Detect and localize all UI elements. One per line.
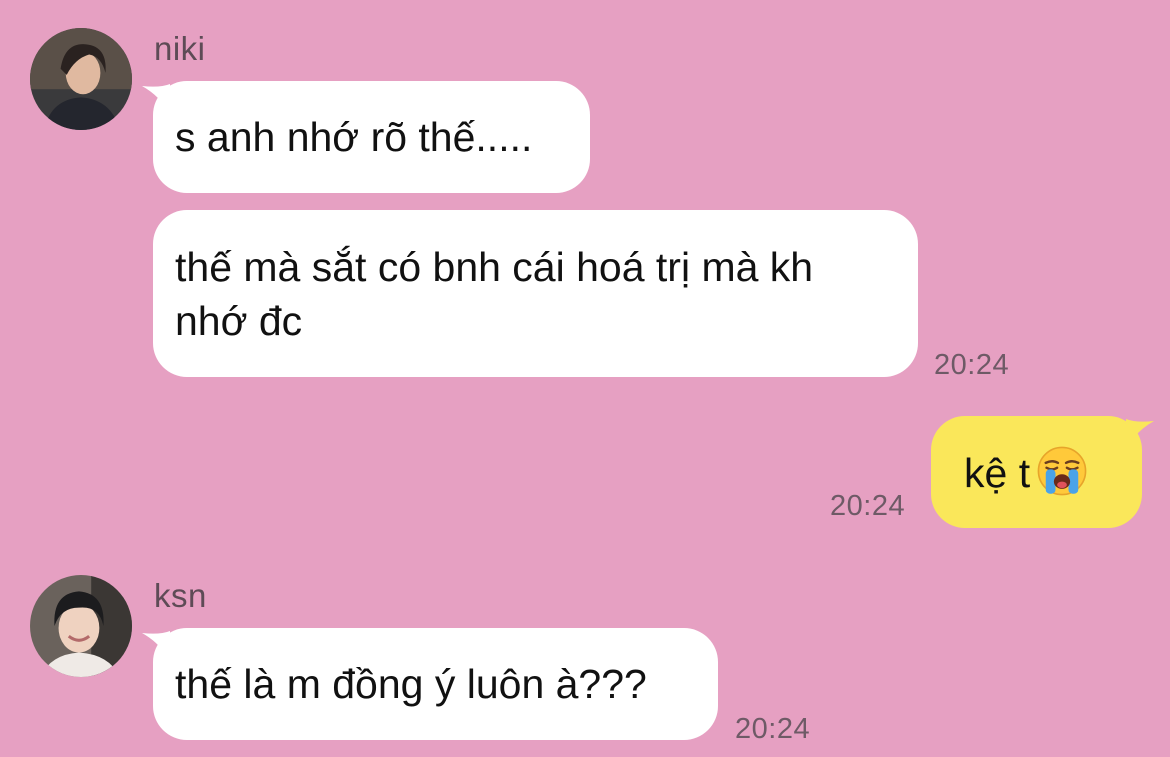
message-bubble[interactable]: s anh nhớ rõ thế.....: [153, 81, 590, 193]
sender-name-ksn: ksn: [154, 577, 207, 614]
message-timestamp: 20:24: [735, 713, 811, 745]
message-text: kệ t: [964, 445, 1120, 500]
bubble-tail: [1126, 419, 1154, 449]
message-timestamp: 20:24: [934, 349, 1010, 381]
message-bubble[interactable]: thế là m đồng ý luôn à???: [153, 628, 718, 740]
message-text: s anh nhớ rõ thế.....: [175, 114, 533, 160]
sender-name-niki: niki: [154, 30, 206, 67]
avatar-photo-icon: [30, 575, 132, 677]
message-timestamp: 20:24: [830, 490, 906, 522]
avatar-niki[interactable]: [30, 28, 132, 130]
avatar-ksn[interactable]: [30, 575, 132, 677]
bubble-tail: [142, 84, 170, 114]
message-bubble[interactable]: thế mà sắt có bnh cái hoá trị mà kh nhớ …: [153, 210, 918, 377]
message-text: thế mà sắt có bnh cái hoá trị mà kh nhớ …: [175, 244, 814, 344]
message-bubble-outgoing[interactable]: kệ t: [931, 416, 1142, 528]
message-text: thế là m đồng ý luôn à???: [175, 661, 647, 707]
bubble-tail: [142, 631, 170, 661]
loudly-crying-face-icon: [1037, 446, 1087, 496]
avatar-photo-icon: [30, 28, 132, 130]
